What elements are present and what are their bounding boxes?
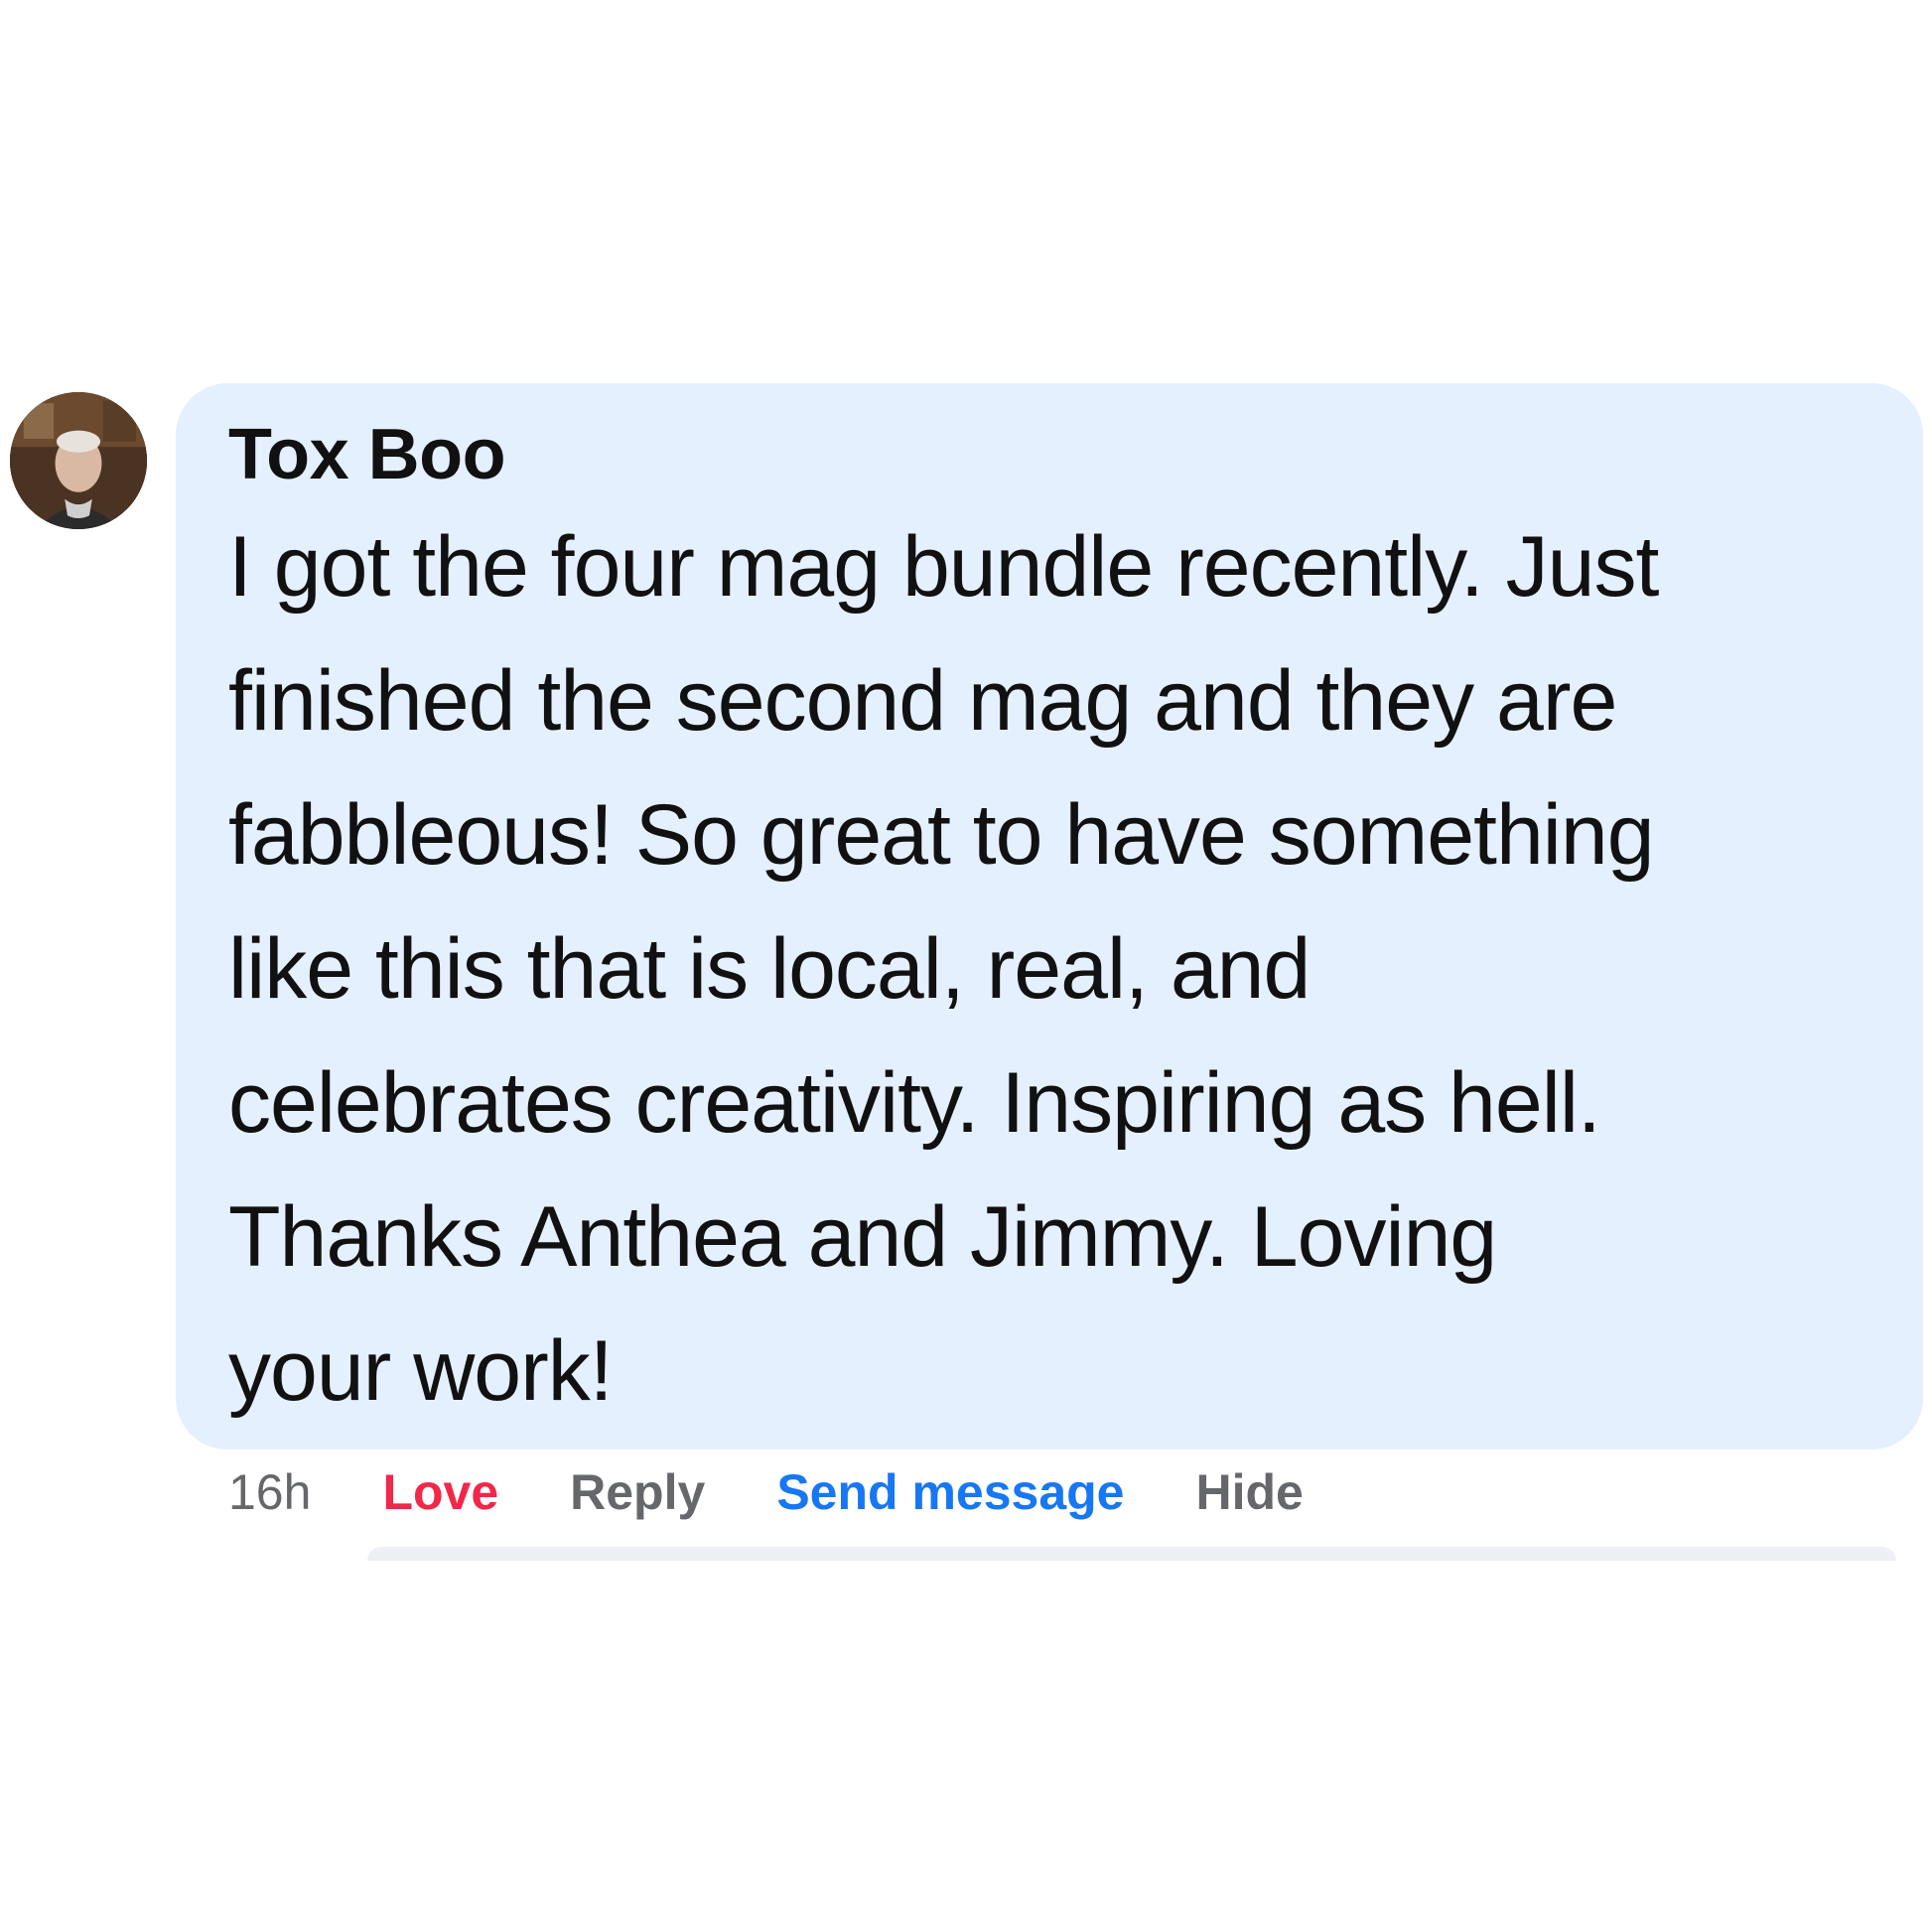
next-reply-bubble-edge — [367, 1547, 1896, 1561]
comment-line: your work! — [228, 1323, 614, 1419]
comment-actions: 16h Love Reply Send message Hide — [228, 1457, 1375, 1527]
comment-line: fabbleous! So great to have something — [228, 787, 1655, 883]
comment-screen: Tox Boo I got the four mag bundle recent… — [0, 0, 1932, 1932]
avatar-photo — [10, 392, 147, 529]
hide-button[interactable]: Hide — [1195, 1463, 1303, 1521]
reply-button[interactable]: Reply — [570, 1463, 705, 1521]
comment-line: celebrates creativity. Inspiring as hell… — [228, 1055, 1601, 1151]
comment-line: I got the four mag bundle recently. Just — [228, 519, 1659, 615]
comment-text: I got the four mag bundle recently. Just… — [228, 500, 1883, 1439]
comment-line: Thanks Anthea and Jimmy. Loving — [228, 1189, 1497, 1285]
avatar[interactable] — [10, 392, 147, 529]
love-button[interactable]: Love — [382, 1463, 498, 1521]
comment-line: finished the second mag and they are — [228, 653, 1617, 749]
comment-author[interactable]: Tox Boo — [228, 411, 1883, 498]
comment-line: like this that is local, real, and — [228, 921, 1311, 1017]
send-message-button[interactable]: Send message — [776, 1463, 1124, 1521]
comment-timestamp[interactable]: 16h — [228, 1463, 311, 1521]
comment-bubble: Tox Boo I got the four mag bundle recent… — [176, 383, 1923, 1449]
